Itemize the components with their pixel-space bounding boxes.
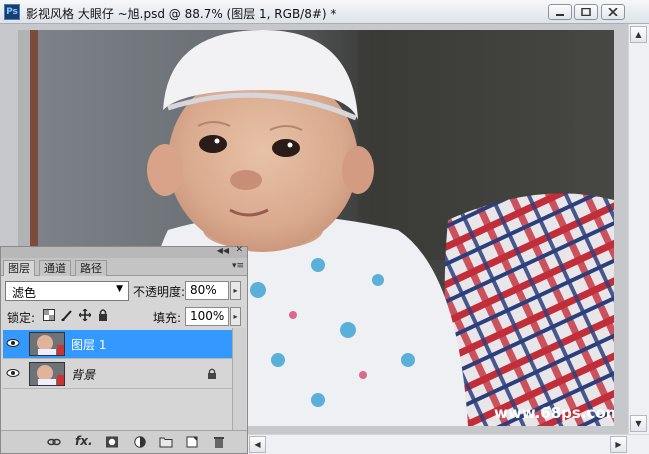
blend-mode-value: 滤色 [12,286,37,300]
lock-label: 锁定: [7,311,36,325]
document-titlebar[interactable]: Ps 影视风格 大眼仔 ~旭.psd @ 88.7% (图层 1, RGB/8#… [0,0,649,24]
eye-icon[interactable] [6,336,20,350]
lock-transparent-pixels-icon[interactable] [43,309,55,321]
minimize-icon [556,14,564,16]
horizontal-scrollbar[interactable]: ◀ ▶ [248,434,649,454]
mask-icon[interactable] [105,436,119,448]
blend-mode-select[interactable]: 滤色 ▼ [5,281,129,301]
panel-header[interactable]: ◀◀ ✕ [1,245,247,258]
scroll-right-button[interactable]: ▶ [610,436,627,453]
lock-all-icon[interactable] [97,309,109,321]
link-icon[interactable] [47,436,61,448]
adjustment-icon[interactable] [133,436,147,448]
scroll-left-button[interactable]: ◀ [249,436,266,453]
close-button[interactable] [601,4,625,20]
layer-lock-icon [208,368,216,379]
layers-scrollbar[interactable] [232,328,246,431]
watermark-text: www.68ps.com [494,404,614,422]
trash-icon[interactable] [212,436,226,448]
fill-input[interactable]: 100% [185,307,229,326]
layer-row[interactable]: 背景 [3,360,232,389]
scroll-up-button[interactable]: ▲ [630,26,647,43]
layer-name[interactable]: 背景 [71,366,95,383]
group-folder-icon[interactable] [159,436,173,448]
layer-row-selected[interactable]: 图层 1 [3,330,232,359]
opacity-label: 不透明度: [133,285,186,299]
eye-icon[interactable] [6,366,20,380]
fx-icon[interactable]: fx. [75,434,93,448]
fill-slider-button[interactable]: ▸ [230,307,241,326]
layer-thumbnail [29,362,65,386]
layers-bottom-toolbar: fx. [1,430,247,453]
chevron-down-icon: ▼ [116,284,123,294]
layer-name[interactable]: 图层 1 [71,336,106,353]
restore-button[interactable] [574,4,598,20]
collapse-panel-icon[interactable]: ◀◀ [217,246,229,255]
tab-channels[interactable]: 通道 [39,260,71,276]
opacity-input[interactable]: 80% [185,281,229,300]
layer-thumbnail [29,332,65,356]
panel-menu-icon[interactable]: ▾≡ [232,261,244,273]
minimize-button[interactable] [548,4,572,20]
panel-close-icon[interactable]: ✕ [235,245,243,255]
lock-image-pixels-icon[interactable] [61,309,73,321]
photoshop-logo-icon: Ps [4,4,20,20]
tab-layers[interactable]: 图层 [3,260,35,276]
document-title: 影视风格 大眼仔 ~旭.psd @ 88.7% (图层 1, RGB/8#) * [26,7,337,21]
restore-icon [581,8,591,16]
panel-tabs: 图层 通道 路径 ▾≡ [1,258,247,276]
new-layer-icon[interactable] [185,436,199,448]
opacity-slider-button[interactable]: ▸ [230,281,241,300]
fill-label: 填充: [153,311,182,325]
vertical-scrollbar[interactable]: ▲ ▼ [628,24,649,434]
layers-panel[interactable]: ◀◀ ✕ 图层 通道 路径 ▾≡ 滤色 ▼ 不透明度: 80% ▸ 锁定: 填充… [0,245,248,454]
scroll-down-button[interactable]: ▼ [630,415,647,432]
lock-position-icon[interactable] [79,309,91,321]
close-icon [608,8,618,16]
tab-paths[interactable]: 路径 [75,260,107,276]
